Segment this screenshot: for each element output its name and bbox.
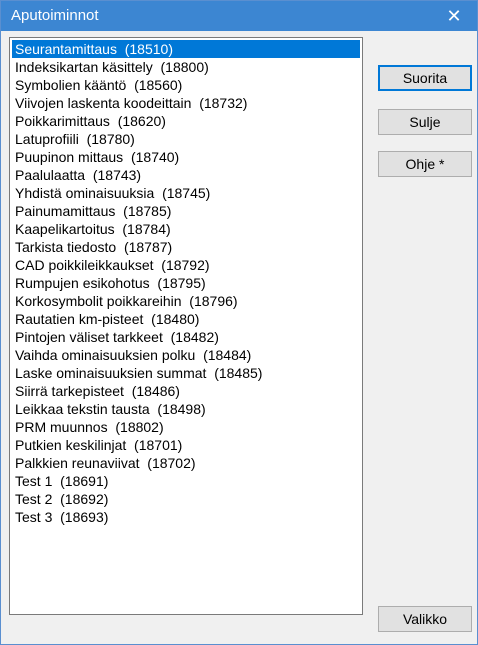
list-item[interactable]: Symbolien kääntö (18560)	[12, 76, 360, 94]
run-button[interactable]: Suorita	[378, 65, 472, 91]
list-item[interactable]: Laske ominaisuuksien summat (18485)	[12, 364, 360, 382]
list-item[interactable]: Vaihda ominaisuuksien polku (18484)	[12, 346, 360, 364]
list-item[interactable]: Test 3 (18693)	[12, 508, 360, 526]
list-item[interactable]: Rautatien km-pisteet (18480)	[12, 310, 360, 328]
list-item[interactable]: Test 1 (18691)	[12, 472, 360, 490]
list-item[interactable]: Viivojen laskenta koodeittain (18732)	[12, 94, 360, 112]
list-item[interactable]: Rumpujen esikohotus (18795)	[12, 274, 360, 292]
list-item[interactable]: Tarkista tiedosto (18787)	[12, 238, 360, 256]
list-item[interactable]: Painumamittaus (18785)	[12, 202, 360, 220]
list-item[interactable]: Siirrä tarkepisteet (18486)	[12, 382, 360, 400]
list-item[interactable]: Korkosymbolit poikkareihin (18796)	[12, 292, 360, 310]
list-item[interactable]: Leikkaa tekstin tausta (18498)	[12, 400, 360, 418]
dialog-window: Aputoiminnot ✕ Seurantamittaus (18510) In…	[0, 0, 478, 645]
list-item[interactable]: Puupinon mittaus (18740)	[12, 148, 360, 166]
list-item[interactable]: Test 2 (18692)	[12, 490, 360, 508]
list-item[interactable]: PRM muunnos (18802)	[12, 418, 360, 436]
title-bar[interactable]: Aputoiminnot ✕	[1, 1, 477, 31]
list-item[interactable]: Yhdistä ominaisuuksia (18745)	[12, 184, 360, 202]
list-item[interactable]: Palkkien reunaviivat (18702)	[12, 454, 360, 472]
list-item[interactable]: CAD poikkileikkaukset (18792)	[12, 256, 360, 274]
list-item[interactable]: Kaapelikartoitus (18784)	[12, 220, 360, 238]
list-item[interactable]: Seurantamittaus (18510)	[12, 40, 360, 58]
list-item[interactable]: Paalulaatta (18743)	[12, 166, 360, 184]
help-button[interactable]: Ohje *	[378, 151, 472, 177]
list-item[interactable]: Poikkarimittaus (18620)	[12, 112, 360, 130]
list-item[interactable]: Indeksikartan käsittely (18800)	[12, 58, 360, 76]
list-item[interactable]: Pintojen väliset tarkkeet (18482)	[12, 328, 360, 346]
close-icon[interactable]: ✕	[431, 1, 477, 31]
function-listbox[interactable]: Seurantamittaus (18510) Indeksikartan käs…	[9, 37, 363, 615]
close-button[interactable]: Sulje	[378, 109, 472, 135]
menu-button[interactable]: Valikko	[378, 606, 472, 632]
window-title: Aputoiminnot	[11, 7, 99, 24]
list-item[interactable]: Latuprofiili (18780)	[12, 130, 360, 148]
list-item[interactable]: Putkien keskilinjat (18701)	[12, 436, 360, 454]
